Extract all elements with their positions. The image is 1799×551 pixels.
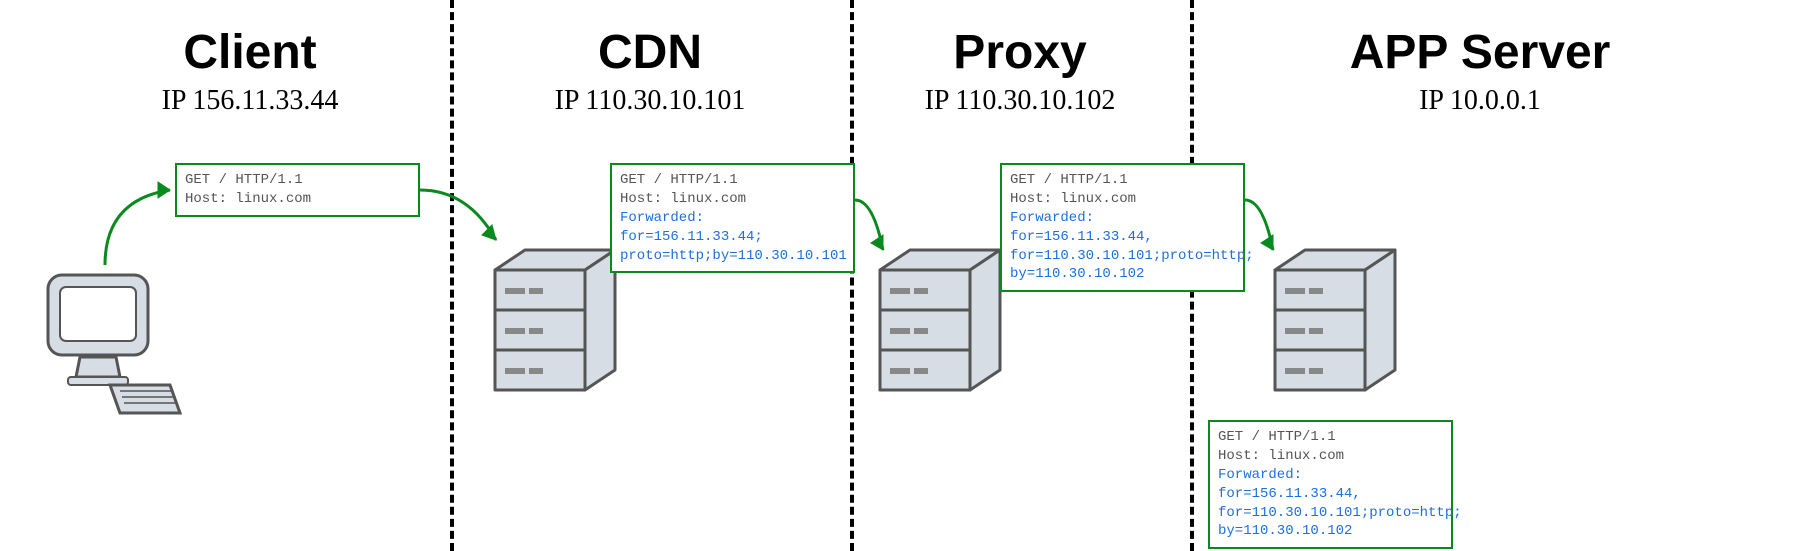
arrow-cdn-to-proxy (853, 195, 893, 275)
client-ip: IP 156.11.33.44 (50, 85, 450, 117)
divider-1 (450, 0, 454, 551)
req-line: Host: linux.com (1010, 190, 1235, 209)
arrow-box-to-cdn (418, 185, 508, 265)
cdn-ip: IP 110.30.10.101 (450, 85, 850, 117)
req-line: Host: linux.com (620, 190, 845, 209)
divider-2 (850, 0, 854, 551)
app-server-icon (1265, 230, 1405, 400)
proxy-request-box: GET / HTTP/1.1 Host: linux.com Forwarded… (1000, 163, 1245, 292)
req-line: Host: linux.com (1218, 447, 1443, 466)
cdn-title: CDN (450, 25, 850, 80)
proxy-ip: IP 110.30.10.102 (820, 85, 1220, 117)
app-received-box: GET / HTTP/1.1 Host: linux.com Forwarded… (1208, 420, 1453, 549)
client-request-box: GET / HTTP/1.1 Host: linux.com (175, 163, 420, 217)
req-forwarded: for=110.30.10.101;proto=http; (1010, 247, 1235, 266)
req-forwarded: Forwarded: for=156.11.33.44; (620, 209, 845, 247)
arrow-proxy-to-app (1243, 195, 1283, 275)
req-forwarded: Forwarded: for=156.11.33.44, (1218, 466, 1443, 504)
req-forwarded: proto=http;by=110.30.10.101 (620, 247, 845, 266)
cdn-request-box: GET / HTTP/1.1 Host: linux.com Forwarded… (610, 163, 855, 273)
req-line: GET / HTTP/1.1 (620, 171, 845, 190)
req-line: Host: linux.com (185, 190, 410, 209)
req-line: GET / HTTP/1.1 (185, 171, 410, 190)
req-forwarded: Forwarded: for=156.11.33.44, (1010, 209, 1235, 247)
client-title: Client (50, 25, 450, 80)
computer-icon (20, 265, 190, 435)
app-ip: IP 10.0.0.1 (1200, 85, 1760, 117)
req-forwarded: for=110.30.10.101;proto=http; (1218, 504, 1443, 523)
proxy-title: Proxy (820, 25, 1220, 80)
req-forwarded: by=110.30.10.102 (1010, 265, 1235, 284)
req-line: GET / HTTP/1.1 (1010, 171, 1235, 190)
req-forwarded: by=110.30.10.102 (1218, 522, 1443, 541)
req-line: GET / HTTP/1.1 (1218, 428, 1443, 447)
arrow-client-to-box (100, 170, 190, 270)
app-title: APP Server (1200, 25, 1760, 80)
